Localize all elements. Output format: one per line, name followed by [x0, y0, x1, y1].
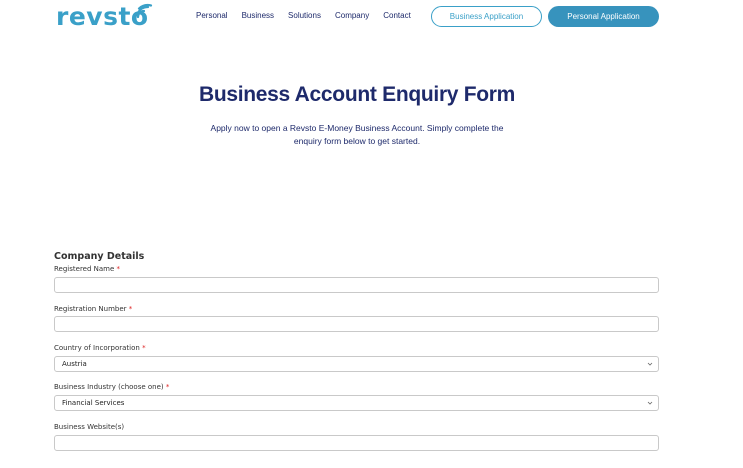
- industry-selected-value: Financial Services: [62, 399, 125, 407]
- nav-item-solutions[interactable]: Solutions: [288, 11, 321, 20]
- page-title: Business Account Enquiry Form: [198, 83, 516, 106]
- chevron-down-icon: [647, 401, 653, 405]
- chevron-down-icon: [647, 362, 653, 366]
- business-website-label: Business Website(s): [54, 423, 125, 431]
- required-marker: *: [142, 344, 146, 352]
- page-subtitle: Apply now to open a Revsto E-Money Busin…: [210, 123, 504, 146]
- business-website-input[interactable]: [54, 435, 659, 451]
- registration-number-input[interactable]: [54, 316, 659, 332]
- personal-application-button[interactable]: Personal Application: [548, 6, 659, 27]
- nav-item-contact[interactable]: Contact: [383, 11, 411, 20]
- country-selected-value: Austria: [62, 360, 87, 368]
- registered-name-input[interactable]: [54, 277, 659, 293]
- site-header: revsto Personal Business Solutions Compa…: [0, 0, 743, 36]
- registered-name-label: Registered Name *: [54, 265, 121, 273]
- country-of-incorporation-select[interactable]: Austria: [54, 356, 659, 372]
- required-marker: *: [116, 265, 121, 273]
- required-marker: *: [128, 305, 133, 313]
- nav-item-personal[interactable]: Personal: [196, 11, 228, 20]
- business-industry-select[interactable]: Financial Services: [54, 395, 659, 411]
- nav-item-business[interactable]: Business: [242, 11, 274, 20]
- business-industry-label: Business Industry (choose one) *: [54, 383, 170, 391]
- section-title-company-details: Company Details: [54, 251, 145, 262]
- wifi-waves-icon: [136, 4, 153, 19]
- registration-number-label: Registration Number *: [54, 305, 133, 313]
- nav-item-company[interactable]: Company: [335, 11, 369, 20]
- main-nav: Personal Business Solutions Company Cont…: [196, 11, 411, 20]
- required-marker: *: [165, 383, 170, 391]
- revsto-logo[interactable]: revsto: [56, 3, 153, 31]
- business-application-button[interactable]: Business Application: [431, 6, 542, 27]
- country-of-incorporation-label: Country of Incorporation *: [54, 344, 146, 352]
